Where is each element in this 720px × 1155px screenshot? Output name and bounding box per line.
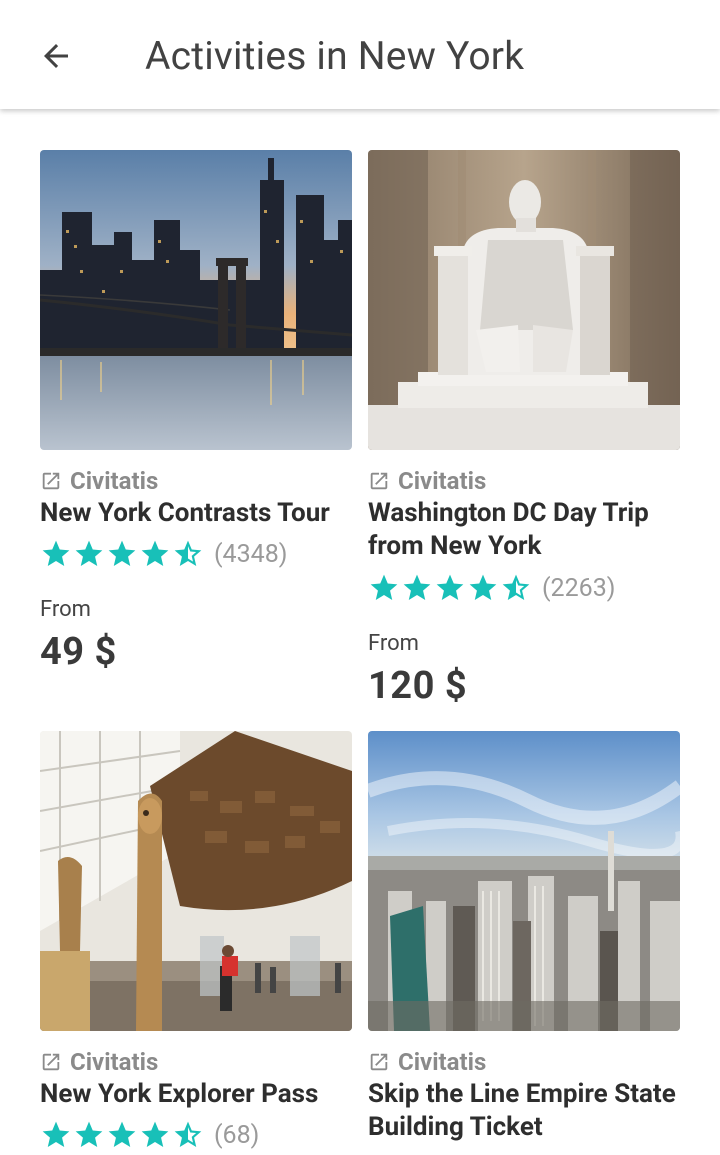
external-link-icon: [40, 470, 62, 492]
activity-card[interactable]: Civitatis Skip the Line Empire State Bui…: [368, 731, 680, 1142]
activity-photo[interactable]: [40, 150, 352, 450]
activity-photo[interactable]: [368, 150, 680, 450]
star-rating: [368, 572, 532, 604]
review-count: (68): [214, 1120, 260, 1150]
star-full-icon: [108, 1121, 136, 1147]
app-bar: Activities in New York: [0, 0, 720, 109]
provider-name: Civitatis: [70, 1048, 159, 1076]
activity-title[interactable]: Washington DC Day Trip from New York: [368, 497, 680, 563]
from-label: From: [368, 631, 419, 656]
provider-label: Civitatis: [368, 1047, 486, 1077]
provider-name: Civitatis: [398, 1048, 487, 1076]
page-title: Activities in New York: [145, 33, 525, 79]
star-full-icon: [75, 1121, 103, 1147]
activity-title[interactable]: Skip the Line Empire State Building Tick…: [368, 1078, 680, 1144]
price: 49 $: [40, 630, 117, 674]
from-label: From: [40, 597, 91, 622]
activity-card[interactable]: Civitatis New York Explorer Pass (68): [40, 731, 352, 1150]
star-full-icon: [403, 574, 431, 600]
external-link-icon: [368, 1051, 390, 1073]
provider-label: Civitatis: [40, 1047, 158, 1077]
provider-label: Civitatis: [40, 466, 158, 496]
review-count: (4348): [214, 539, 288, 569]
star-half-icon: [174, 1121, 202, 1147]
activity-photo[interactable]: [40, 731, 352, 1031]
star-rating: [40, 1119, 204, 1151]
star-half-icon: [502, 574, 530, 600]
rating-row: (68): [40, 1118, 259, 1152]
star-full-icon: [436, 574, 464, 600]
star-rating: [40, 538, 204, 570]
review-count: (2263): [542, 573, 616, 603]
provider-label: Civitatis: [368, 466, 486, 496]
star-half-icon: [174, 540, 202, 566]
back-button[interactable]: [26, 26, 86, 86]
star-full-icon: [141, 540, 169, 566]
external-link-icon: [40, 1051, 62, 1073]
star-full-icon: [42, 540, 70, 566]
star-full-icon: [42, 1121, 70, 1147]
star-full-icon: [108, 540, 136, 566]
activity-photo[interactable]: [368, 731, 680, 1031]
activity-card[interactable]: Civitatis New York Contrasts Tour (4348)…: [40, 150, 352, 674]
star-full-icon: [469, 574, 497, 600]
star-full-icon: [370, 574, 398, 600]
price: 120 $: [368, 664, 468, 708]
rating-row: (4348): [40, 537, 287, 571]
provider-name: Civitatis: [70, 467, 159, 495]
activity-title[interactable]: New York Contrasts Tour: [40, 497, 352, 530]
rating-row: (2263): [368, 571, 615, 605]
star-full-icon: [75, 540, 103, 566]
activity-title[interactable]: New York Explorer Pass: [40, 1078, 352, 1111]
external-link-icon: [368, 470, 390, 492]
arrow-left-icon: [44, 44, 68, 68]
star-full-icon: [141, 1121, 169, 1147]
activity-card[interactable]: Civitatis Washington DC Day Trip from Ne…: [368, 150, 680, 708]
provider-name: Civitatis: [398, 467, 487, 495]
